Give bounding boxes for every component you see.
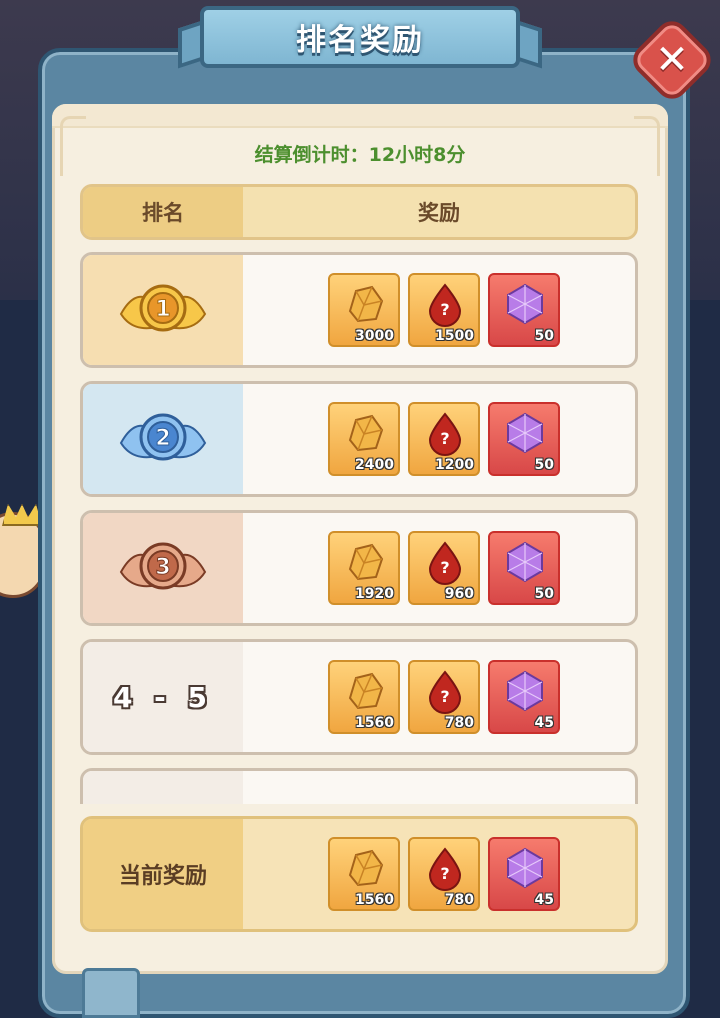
rank1-purple-gem-item[interactable]: 50 [488,273,560,347]
svg-text:?: ? [440,429,449,448]
svg-text:?: ? [440,864,449,883]
svg-text:?: ? [440,300,449,319]
gold-medal-icon: 1 [119,284,207,332]
header-rank: 排名 [83,187,243,237]
item-quantity: 1560 [355,715,394,731]
item-quantity: 50 [534,457,554,473]
purple-gem-icon [507,283,543,325]
item-quantity: 780 [444,892,474,908]
item-quantity: 3000 [355,328,394,344]
current-purple-gem-item[interactable]: 45 [488,837,560,911]
bronze-medal-icon: 3 [119,542,207,590]
purple-gem-icon [507,412,543,454]
table-header: 排名 奖励 [80,184,638,240]
red-potion-icon: ? [428,412,462,456]
svg-text:2: 2 [155,426,170,451]
red-potion-icon: ? [428,541,462,585]
rank-row-1: 1 3000? 1500 50 [80,252,638,368]
item-quantity: 1200 [435,457,474,473]
svg-text:?: ? [440,558,449,577]
settlement-countdown: 结算倒计时：12小时8分 [254,144,466,166]
rank3-gold-ore-item[interactable]: 1920 [328,531,400,605]
rank1-red-potion-item[interactable]: ? 1500 [408,273,480,347]
item-quantity: 960 [444,586,474,602]
rank-cell: 1 [83,255,243,365]
rank2-purple-gem-item[interactable]: 50 [488,402,560,476]
rank3-red-potion-item[interactable]: ? 960 [408,531,480,605]
rank-cell [83,771,243,804]
rank4-red-potion-item[interactable]: ? 780 [408,660,480,734]
red-potion-icon: ? [428,670,462,714]
reward-items: 1560? 780 45 [328,660,560,734]
item-quantity: 50 [534,328,554,344]
rank-row-3: 3 1920? 960 50 [80,510,638,626]
rank-row-partial [80,768,638,804]
bottom-tab[interactable] [82,968,140,1018]
close-icon[interactable]: ✕ [640,28,704,92]
rank3-purple-gem-item[interactable]: 50 [488,531,560,605]
item-quantity: 45 [534,892,554,908]
red-potion-icon: ? [428,283,462,327]
rank1-gold-ore-item[interactable]: 3000 [328,273,400,347]
dialog-title: 排名奖励 [296,23,424,58]
svg-text:3: 3 [155,555,170,580]
rank4-gold-ore-item[interactable]: 1560 [328,660,400,734]
item-quantity: 1560 [355,892,394,908]
reward-items: 2400? 1200 50 [328,402,560,476]
crown-icon [2,504,42,526]
rank-cell: 3 [83,513,243,623]
header-reward: 奖励 [418,201,460,225]
rank-cell: 4 - 5 [83,642,243,752]
gold-ore-icon [348,414,384,452]
item-quantity: 1920 [355,586,394,602]
gold-ore-icon [348,543,384,581]
gold-ore-icon [348,672,384,710]
current-reward-label: 当前奖励 [83,819,243,929]
item-quantity: 45 [534,715,554,731]
item-quantity: 2400 [355,457,394,473]
rank-cell: 2 [83,384,243,494]
rank-range-label: 4 - 5 [112,680,214,714]
item-quantity: 780 [444,715,474,731]
current-reward-row: 当前奖励 1560? 780 45 [80,816,638,932]
item-quantity: 50 [534,586,554,602]
purple-gem-icon [507,847,543,889]
current-gold-ore-item[interactable]: 1560 [328,837,400,911]
rank2-red-potion-item[interactable]: ? 1200 [408,402,480,476]
rank4-purple-gem-item[interactable]: 45 [488,660,560,734]
silver-medal-icon: 2 [119,413,207,461]
rank-row-2: 2 2400? 1200 50 [80,381,638,497]
paper-header-strip [52,104,668,128]
title-banner: 排名奖励 [200,6,520,68]
gold-ore-icon [348,849,384,887]
rank-row-4: 4 - 5 1560? 780 45 [80,639,638,755]
reward-items: 1920? 960 50 [328,531,560,605]
reward-items: 3000? 1500 50 [328,273,560,347]
gold-ore-icon [348,285,384,323]
purple-gem-icon [507,670,543,712]
red-potion-icon: ? [428,847,462,891]
rank-list[interactable]: 1 3000? 1500 50 2 2400? 1200 50 3 1920? 960 50 4 - 5… [80,250,640,804]
item-quantity: 1500 [435,328,474,344]
current-reward-items: 1560? 780 45 [328,837,560,911]
current-red-potion-item[interactable]: ? 780 [408,837,480,911]
rank2-gold-ore-item[interactable]: 2400 [328,402,400,476]
purple-gem-icon [507,541,543,583]
svg-text:1: 1 [155,297,170,322]
svg-text:?: ? [440,687,449,706]
